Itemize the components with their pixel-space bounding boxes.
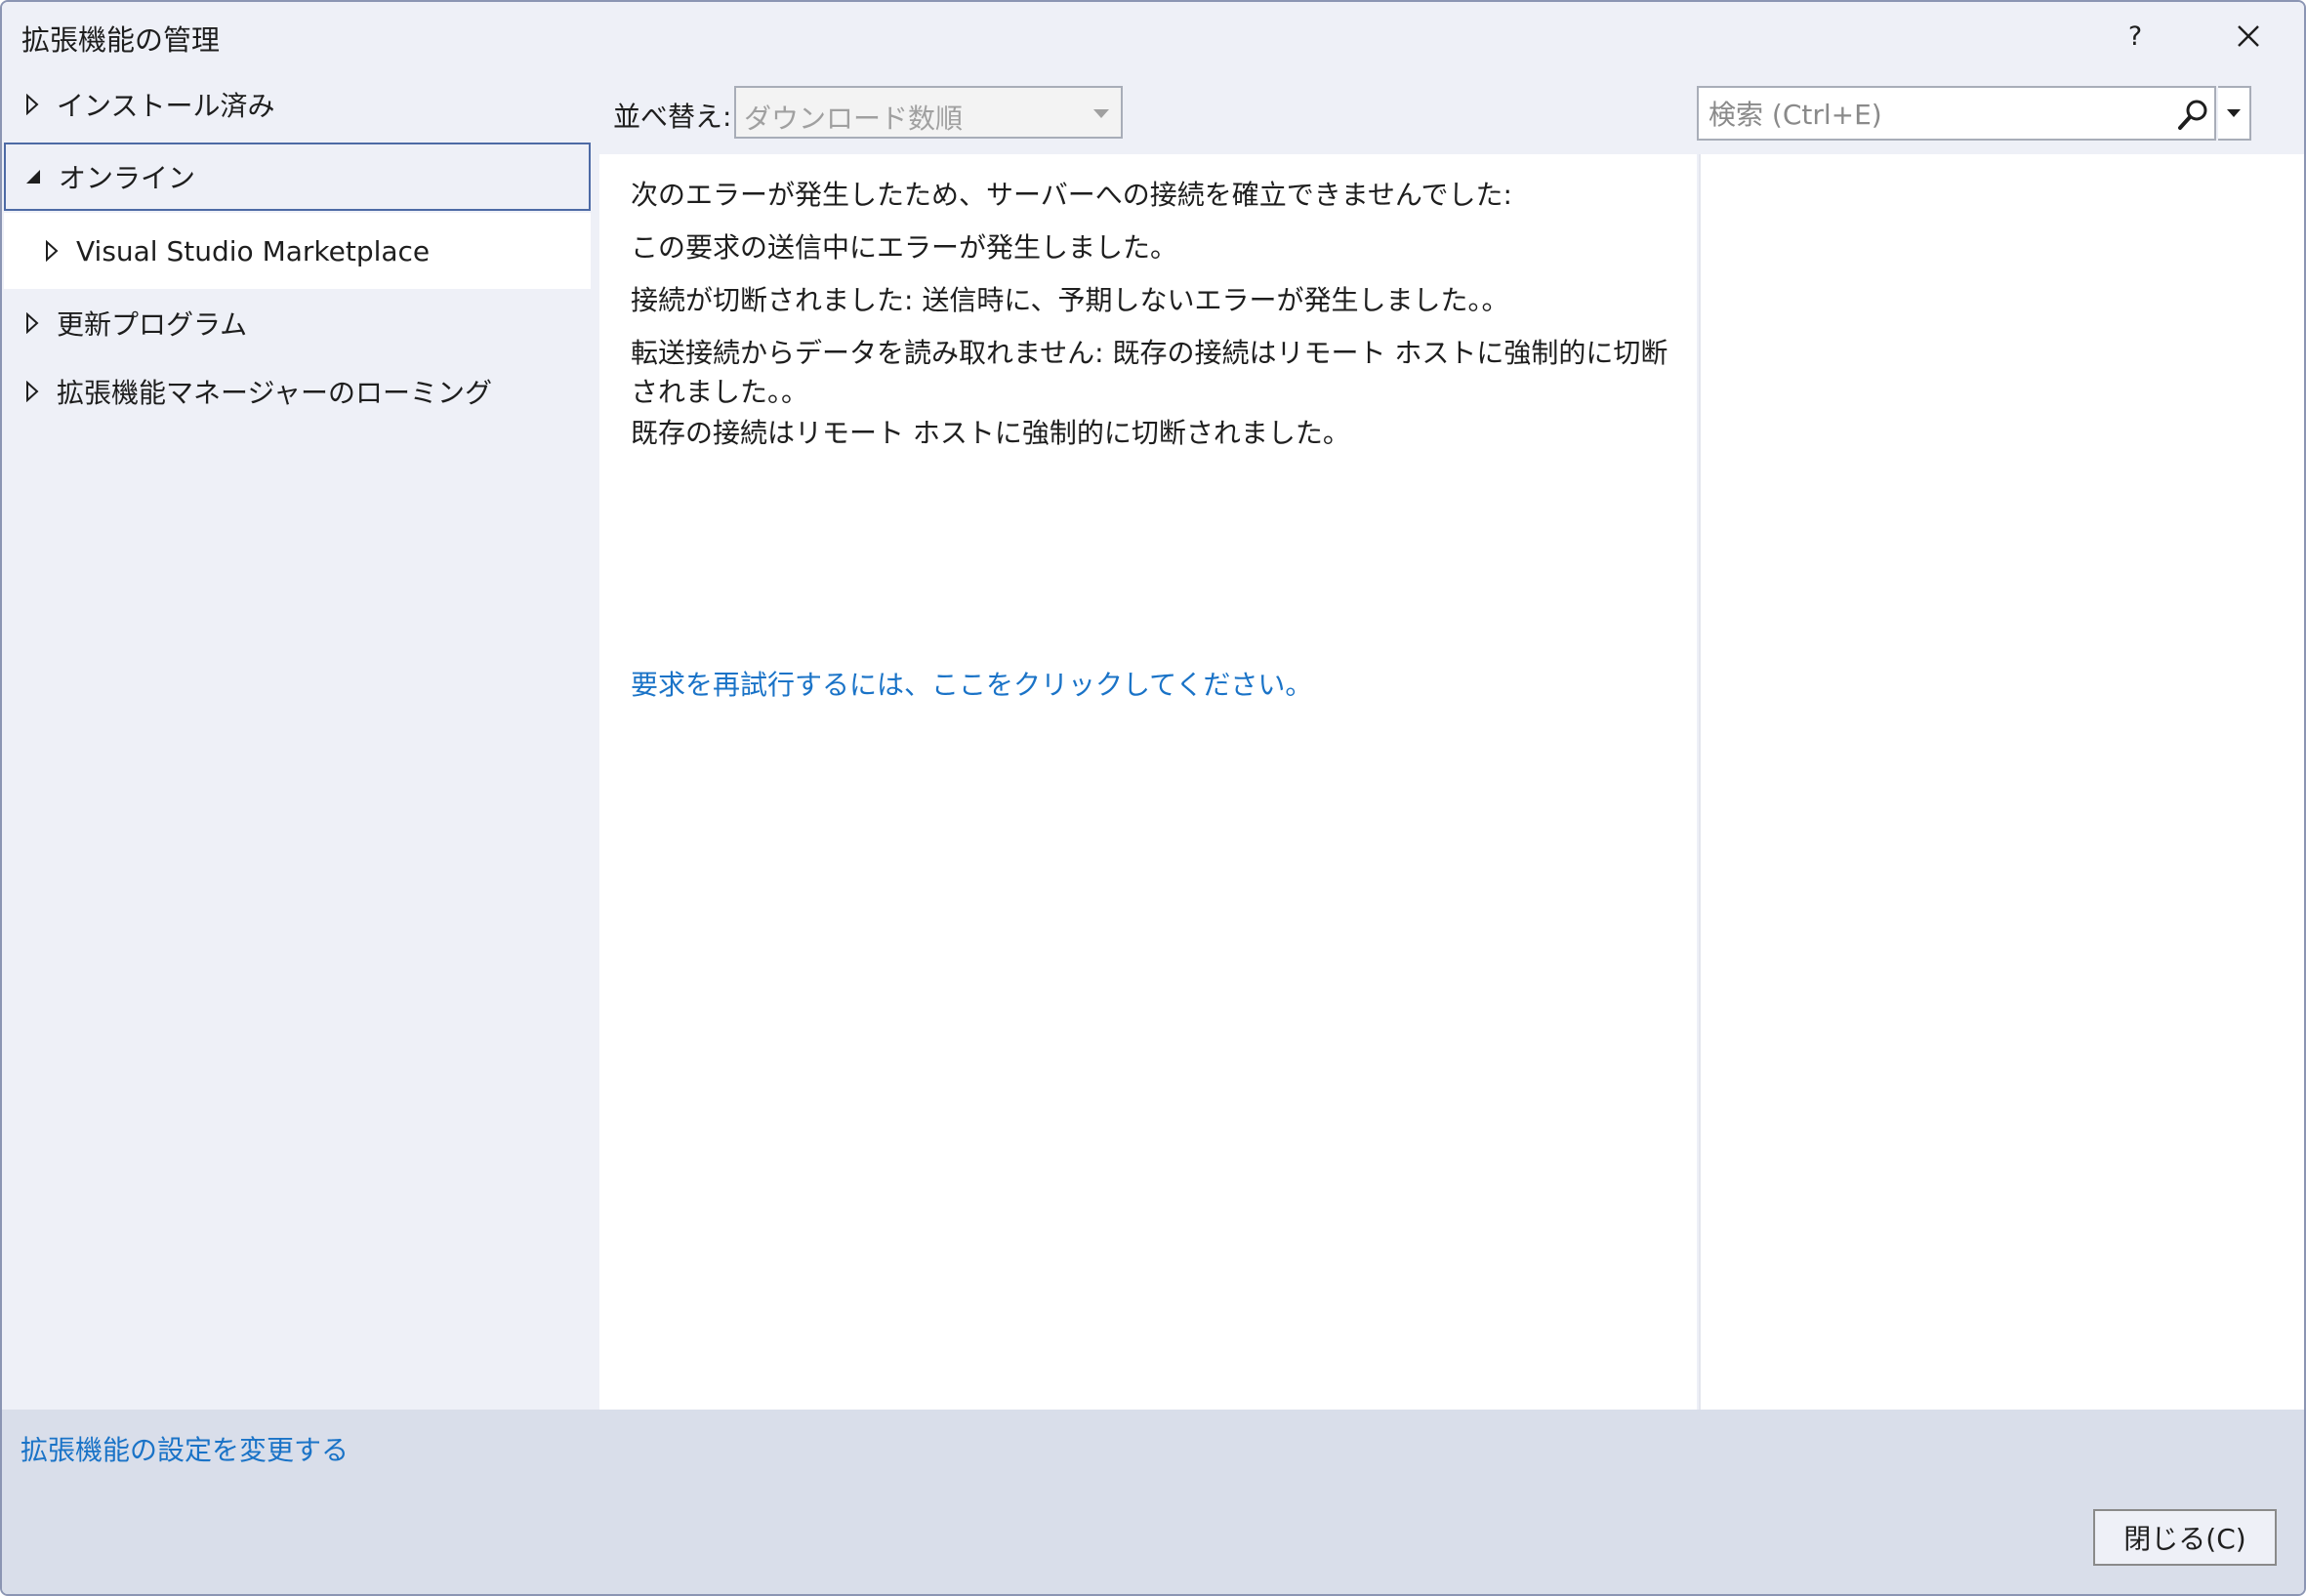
tree-item-updates[interactable]: 更新プログラム: [4, 291, 591, 355]
error-message: 接続が切断されました: 送信時に、予期しないエラーが発生しました。。: [631, 284, 1509, 316]
close-icon: [2238, 25, 2259, 47]
expand-triangle-icon: [46, 240, 59, 262]
sort-dropdown-value: ダウンロード数順: [744, 102, 964, 135]
footer-bar: 拡張機能の設定を変更する 閉じる(C): [2, 1410, 2304, 1594]
error-message: 既存の接続はリモート ホストに強制的に切断されました。: [631, 417, 1350, 449]
error-message: 次のエラーが発生したため、サーバーへの接続を確立できませんでした:: [631, 179, 1512, 211]
error-message-panel: 次のエラーが発生したため、サーバーへの接続を確立できませんでした: この要求の送…: [599, 154, 1697, 1410]
tree-item-visual-studio-marketplace[interactable]: Visual Studio Marketplace: [4, 213, 591, 289]
tree-item-roaming[interactable]: 拡張機能マネージャーのローミング: [4, 359, 591, 424]
tree-item-installed[interactable]: インストール済み: [4, 72, 591, 137]
search-input[interactable]: [1707, 94, 2140, 135]
error-message: この要求の送信中にエラーが発生しました。: [631, 231, 1178, 264]
tree-item-label: 更新プログラム: [57, 308, 248, 341]
search-box: [1697, 86, 2216, 141]
tree-item-label: インストール済み: [57, 90, 275, 122]
sort-label: 並べ替え:: [613, 101, 732, 133]
expand-triangle-icon: [26, 312, 39, 334]
tree-item-label: Visual Studio Marketplace: [76, 234, 431, 267]
list-toolbar: 並べ替え: ダウンロード数順: [599, 72, 2304, 154]
details-pane: [1699, 154, 2304, 1410]
close-window-button[interactable]: [2214, 10, 2283, 62]
tree-item-label: オンライン: [59, 162, 196, 194]
expand-triangle-icon: [26, 94, 39, 115]
collapse-triangle-icon: [26, 170, 40, 184]
search-icon[interactable]: [2175, 98, 2210, 133]
extensions-manager-window: 拡張機能の管理 ? インストール済み オンライン Visual Studio M…: [0, 0, 2306, 1596]
close-button[interactable]: 閉じる(C): [2093, 1509, 2277, 1566]
chevron-down-icon: [2227, 109, 2241, 117]
search-options-dropdown[interactable]: [2218, 86, 2251, 141]
category-tree: インストール済み オンライン Visual Studio Marketplace…: [4, 72, 591, 1410]
expand-triangle-icon: [26, 381, 39, 402]
tree-item-label: 拡張機能マネージャーのローミング: [57, 377, 493, 409]
tree-item-online[interactable]: オンライン: [4, 143, 591, 211]
title-bar: 拡張機能の管理 ?: [2, 2, 2304, 70]
sort-dropdown[interactable]: ダウンロード数順: [734, 86, 1123, 139]
retry-request-link[interactable]: 要求を再試行するには、ここをクリックしてください。: [631, 664, 1312, 703]
help-button[interactable]: ?: [2101, 10, 2169, 62]
change-extension-settings-link[interactable]: 拡張機能の設定を変更する: [21, 1429, 349, 1468]
window-title: 拡張機能の管理: [21, 23, 221, 57]
chevron-down-icon: [1093, 109, 1109, 118]
error-message: 転送接続からデータを読み取れません: 既存の接続はリモート ホストに強制的に切断…: [631, 337, 1668, 408]
